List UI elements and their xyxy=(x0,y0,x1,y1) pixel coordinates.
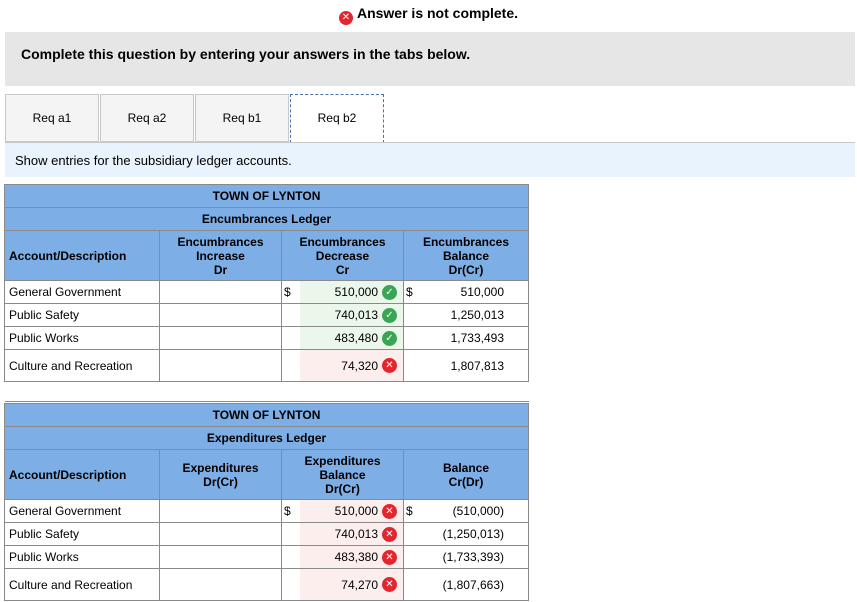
table-row: Public Works 483,480 ✓ 1,733,493 xyxy=(4,326,529,350)
account-description: Culture and Recreation xyxy=(4,349,160,382)
balance-value: $ (510,000) xyxy=(403,499,529,523)
increase-input[interactable] xyxy=(159,349,282,382)
check-circle-icon: ✓ xyxy=(382,330,397,346)
x-circle-icon: ✕ xyxy=(382,549,397,565)
column-header-account: Account/Description xyxy=(4,230,160,281)
balance-value: 1,807,813 xyxy=(403,349,529,382)
expenditures-input[interactable] xyxy=(159,522,282,546)
ledger-town-title: TOWN OF LYNTON xyxy=(4,403,529,427)
expenditures-input[interactable] xyxy=(159,545,282,569)
account-description: Public Works xyxy=(4,545,160,569)
encumbrances-ledger-table: TOWN OF LYNTON Encumbrances Ledger Accou… xyxy=(4,184,529,402)
table-row: General Government $ 510,000 ✓ $510,000 xyxy=(4,280,529,304)
dollar-sign: $ xyxy=(281,280,300,304)
table-row: General Government $ 510,000 ✕ $ (510,000) xyxy=(4,499,529,523)
tab-req-b2[interactable]: Req b2 xyxy=(290,94,384,143)
column-header-expenditures: Expenditures Dr(Cr) xyxy=(159,449,282,500)
x-circle-icon: ✕ xyxy=(382,577,397,592)
increase-input[interactable] xyxy=(159,280,282,304)
expenditures-input[interactable] xyxy=(159,499,282,523)
ledger-town-title: TOWN OF LYNTON xyxy=(4,184,529,208)
balance-value: $510,000 xyxy=(403,280,529,304)
table-row: Culture and Recreation 74,270 ✕ (1,807,66… xyxy=(4,568,529,601)
decrease-input[interactable]: 510,000 ✓ xyxy=(299,280,404,304)
answer-status-text: Answer is not complete. xyxy=(356,5,519,21)
check-circle-icon: ✓ xyxy=(382,307,397,323)
expenditures-balance-input[interactable]: 740,013 ✕ xyxy=(299,522,404,546)
account-description: General Government xyxy=(4,280,160,304)
decrease-input[interactable]: 740,013 ✓ xyxy=(299,303,404,327)
balance-value: (1,250,013) xyxy=(403,522,529,546)
dollar-sign: $ xyxy=(281,499,300,523)
tab-req-a1[interactable]: Req a1 xyxy=(5,94,99,142)
balance-value: 1,250,013 xyxy=(403,303,529,327)
question-subtitle: Show entries for the subsidiary ledger a… xyxy=(5,142,855,177)
column-header-account: Account/Description xyxy=(4,449,160,500)
x-circle-icon: ✕ xyxy=(382,526,397,542)
x-circle-icon: ✕ xyxy=(338,11,353,25)
column-header-balance: Encumbrances Balance Dr(Cr) xyxy=(403,230,529,281)
decrease-input[interactable]: 483,480 ✓ xyxy=(299,326,404,350)
balance-value: 1,733,493 xyxy=(403,326,529,350)
account-description: General Government xyxy=(4,499,160,523)
expenditures-ledger-table: TOWN OF LYNTON Expenditures Ledger Accou… xyxy=(4,403,529,601)
table-row: Public Safety 740,013 ✕ (1,250,013) xyxy=(4,522,529,546)
increase-input[interactable] xyxy=(159,326,282,350)
instruction-banner: Complete this question by entering your … xyxy=(5,32,855,86)
answer-status: ✕ Answer is not complete. xyxy=(0,4,857,25)
account-description: Public Safety xyxy=(4,522,160,546)
tab-req-b1[interactable]: Req b1 xyxy=(195,94,289,142)
expenditures-input[interactable] xyxy=(159,568,282,601)
check-circle-icon: ✓ xyxy=(382,284,397,300)
column-header-balance: Balance Cr(Dr) xyxy=(403,449,529,500)
ledger-title: Expenditures Ledger xyxy=(4,426,529,450)
column-header-decrease: Encumbrances Decrease Cr xyxy=(281,230,404,281)
balance-value: (1,807,663) xyxy=(403,568,529,601)
expenditures-balance-input[interactable]: 483,380 ✕ xyxy=(299,545,404,569)
account-description: Public Works xyxy=(4,326,160,350)
table-row: Public Safety 740,013 ✓ 1,250,013 xyxy=(4,303,529,327)
account-description: Culture and Recreation xyxy=(4,568,160,601)
expenditures-balance-input[interactable]: 74,270 ✕ xyxy=(299,568,404,601)
column-header-expenditures-balance: Expenditures Balance Dr(Cr) xyxy=(281,449,404,500)
tab-req-a2[interactable]: Req a2 xyxy=(100,94,194,142)
x-circle-icon: ✕ xyxy=(382,358,397,373)
table-row: Public Works 483,380 ✕ (1,733,393) xyxy=(4,545,529,569)
decrease-input[interactable]: 74,320 ✕ xyxy=(299,349,404,382)
increase-input[interactable] xyxy=(159,303,282,327)
x-circle-icon: ✕ xyxy=(382,503,397,519)
column-header-increase: Encumbrances Increase Dr xyxy=(159,230,282,281)
ledger-title: Encumbrances Ledger xyxy=(4,207,529,231)
balance-value: (1,733,393) xyxy=(403,545,529,569)
expenditures-balance-input[interactable]: 510,000 ✕ xyxy=(299,499,404,523)
account-description: Public Safety xyxy=(4,303,160,327)
table-row: Culture and Recreation 74,320 ✕ 1,807,813 xyxy=(4,349,529,382)
